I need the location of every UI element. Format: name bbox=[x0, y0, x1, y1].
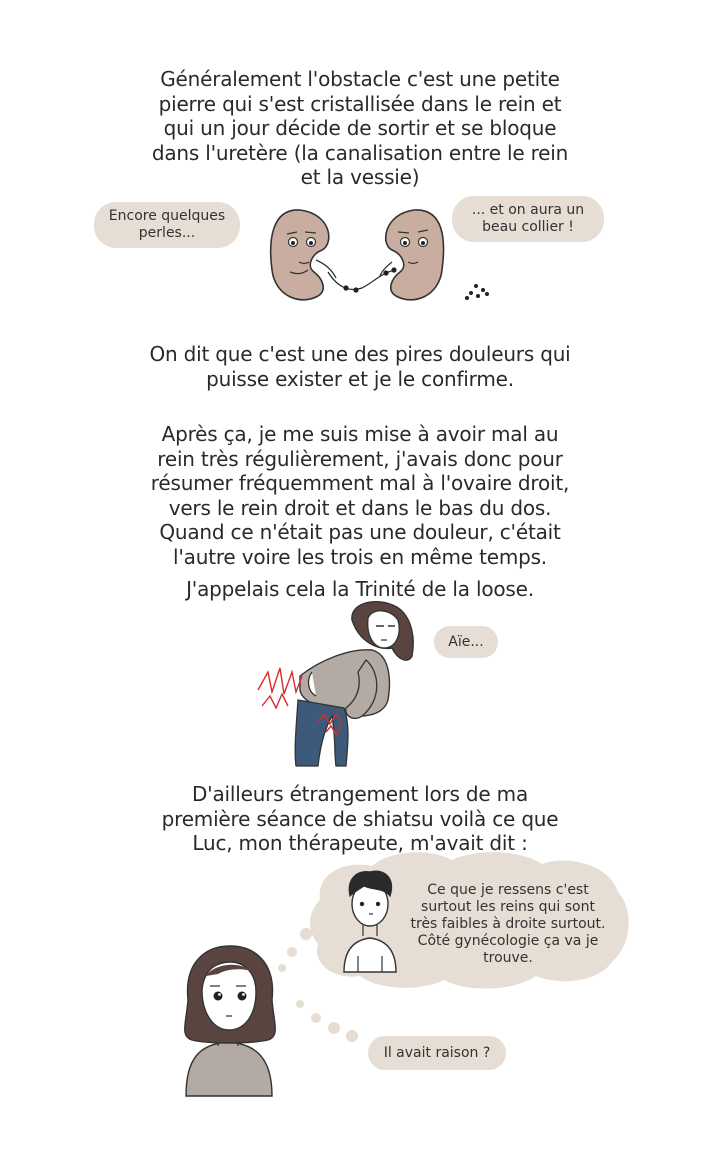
paragraph-trinite: J'appelais cela la Trinité de la loose. bbox=[186, 577, 534, 601]
paragraph-recurring-pain: Après ça, je me suis mise à avoir mal au… bbox=[150, 422, 570, 569]
speech-bubble-kidney-left: Encore quelques perles... bbox=[94, 202, 240, 248]
kidney-left-icon bbox=[269, 209, 337, 301]
pain-scribble-icon bbox=[257, 667, 343, 736]
speech-bubble-kidney-right: ... et on aura un beau collier ! bbox=[452, 196, 604, 242]
bead-necklace-icon bbox=[327, 267, 397, 293]
therapist-thought-text: Ce que je ressens c'est surtout les rein… bbox=[410, 881, 606, 966]
loose-beads-icon bbox=[465, 284, 489, 300]
paragraph-kidney-stone: Généralement l'obstacle c'est une petite… bbox=[151, 67, 569, 189]
paragraph-shiatsu: D'ailleurs étrangement lors de ma premiè… bbox=[161, 782, 559, 855]
kidney-right-icon bbox=[379, 209, 445, 301]
speech-bubble-aie: Aïe... bbox=[434, 626, 498, 658]
paragraph-worst-pain: On dit que c'est une des pires douleurs … bbox=[149, 342, 571, 391]
speech-bubble-reply: Il avait raison ? bbox=[368, 1036, 506, 1070]
